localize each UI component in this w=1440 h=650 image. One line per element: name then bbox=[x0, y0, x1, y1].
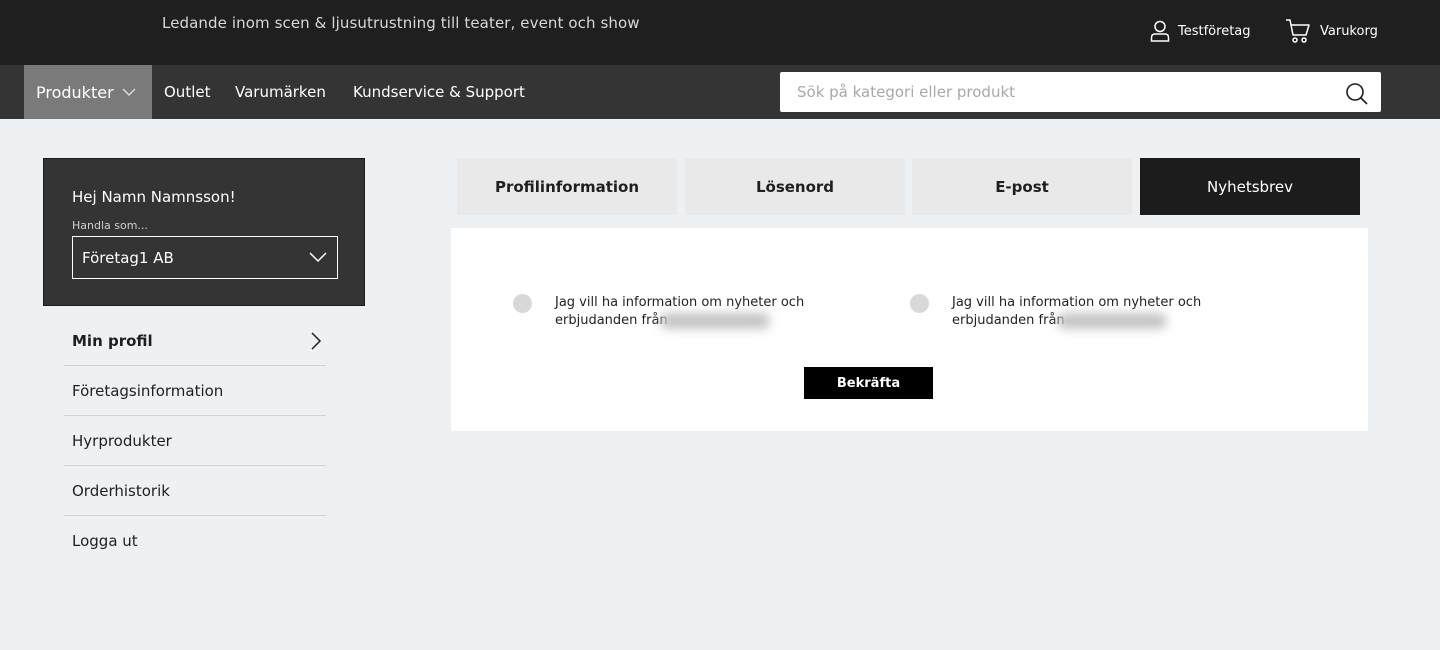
nav-products[interactable]: Produkter bbox=[24, 65, 152, 119]
menu-item-logout[interactable]: Logga ut bbox=[64, 516, 326, 566]
greeting: Hej Namn Namnsson! bbox=[72, 188, 236, 206]
radio-button[interactable] bbox=[910, 294, 929, 313]
profile-menu: Min profil Företagsinformation Hyrproduk… bbox=[64, 316, 326, 566]
chevron-right-icon bbox=[311, 332, 322, 350]
search-bar bbox=[780, 72, 1381, 112]
shop-as-label: Handla som... bbox=[72, 219, 148, 232]
radio-button[interactable] bbox=[513, 294, 532, 313]
tab-profile-info[interactable]: Profilinformation bbox=[457, 158, 677, 215]
nav-products-label: Produkter bbox=[36, 82, 114, 102]
chevron-down-icon bbox=[309, 252, 327, 263]
cart-icon bbox=[1286, 19, 1310, 43]
menu-item-company-info[interactable]: Företagsinformation bbox=[64, 366, 326, 416]
menu-item-my-profile[interactable]: Min profil bbox=[64, 316, 326, 366]
tab-password[interactable]: Lösenord bbox=[685, 158, 905, 215]
menu-item-label: Min profil bbox=[72, 331, 153, 350]
nav-outlet[interactable]: Outlet bbox=[164, 65, 210, 119]
newsletter-option[interactable]: Jag vill ha information om nyheter och e… bbox=[513, 294, 805, 330]
newsletter-option-text: Jag vill ha information om nyheter och e… bbox=[555, 295, 805, 329]
menu-item-label: Företagsinformation bbox=[72, 381, 224, 400]
menu-item-label: Hyrprodukter bbox=[72, 431, 172, 450]
account-label: Testföretag bbox=[1178, 23, 1251, 39]
cart-link[interactable]: Varukorg bbox=[1285, 18, 1378, 44]
chevron-down-icon bbox=[122, 88, 136, 96]
tab-newsletter[interactable]: Nyhetsbrev bbox=[1140, 158, 1360, 215]
newsletter-option[interactable]: Jag vill ha information om nyheter och e… bbox=[910, 294, 1202, 330]
account-link[interactable]: Testföretag bbox=[1150, 20, 1251, 42]
menu-item-order-history[interactable]: Orderhistorik bbox=[64, 466, 326, 516]
cart-label: Varukorg bbox=[1320, 23, 1378, 39]
tagline: Ledande inom scen & ljusutrustning till … bbox=[162, 14, 640, 32]
newsletter-option-text: Jag vill ha information om nyheter och e… bbox=[952, 295, 1202, 329]
user-icon bbox=[1150, 20, 1170, 42]
menu-item-label: Logga ut bbox=[72, 532, 138, 550]
newsletter-panel: Jag vill ha information om nyheter och e… bbox=[451, 228, 1368, 431]
redacted-text bbox=[1056, 312, 1167, 329]
menu-item-rental-products[interactable]: Hyrprodukter bbox=[64, 416, 326, 466]
main-nav: Produkter Outlet Varumärken Kundservice … bbox=[0, 65, 1440, 119]
search-input[interactable] bbox=[780, 72, 1340, 112]
redacted-text bbox=[659, 312, 770, 329]
confirm-button[interactable]: Bekräfta bbox=[804, 367, 933, 399]
nav-customer-service[interactable]: Kundservice & Support bbox=[353, 65, 525, 119]
company-select[interactable]: Företag1 AB bbox=[72, 236, 338, 279]
company-select-value: Företag1 AB bbox=[82, 248, 174, 267]
menu-item-label: Orderhistorik bbox=[72, 481, 170, 500]
tab-email[interactable]: E-post bbox=[912, 158, 1132, 215]
top-bar: Ledande inom scen & ljusutrustning till … bbox=[0, 0, 1440, 65]
search-icon[interactable] bbox=[1345, 82, 1369, 106]
profile-card: Hej Namn Namnsson! Handla som... Företag… bbox=[43, 158, 365, 306]
nav-brands[interactable]: Varumärken bbox=[235, 65, 326, 119]
